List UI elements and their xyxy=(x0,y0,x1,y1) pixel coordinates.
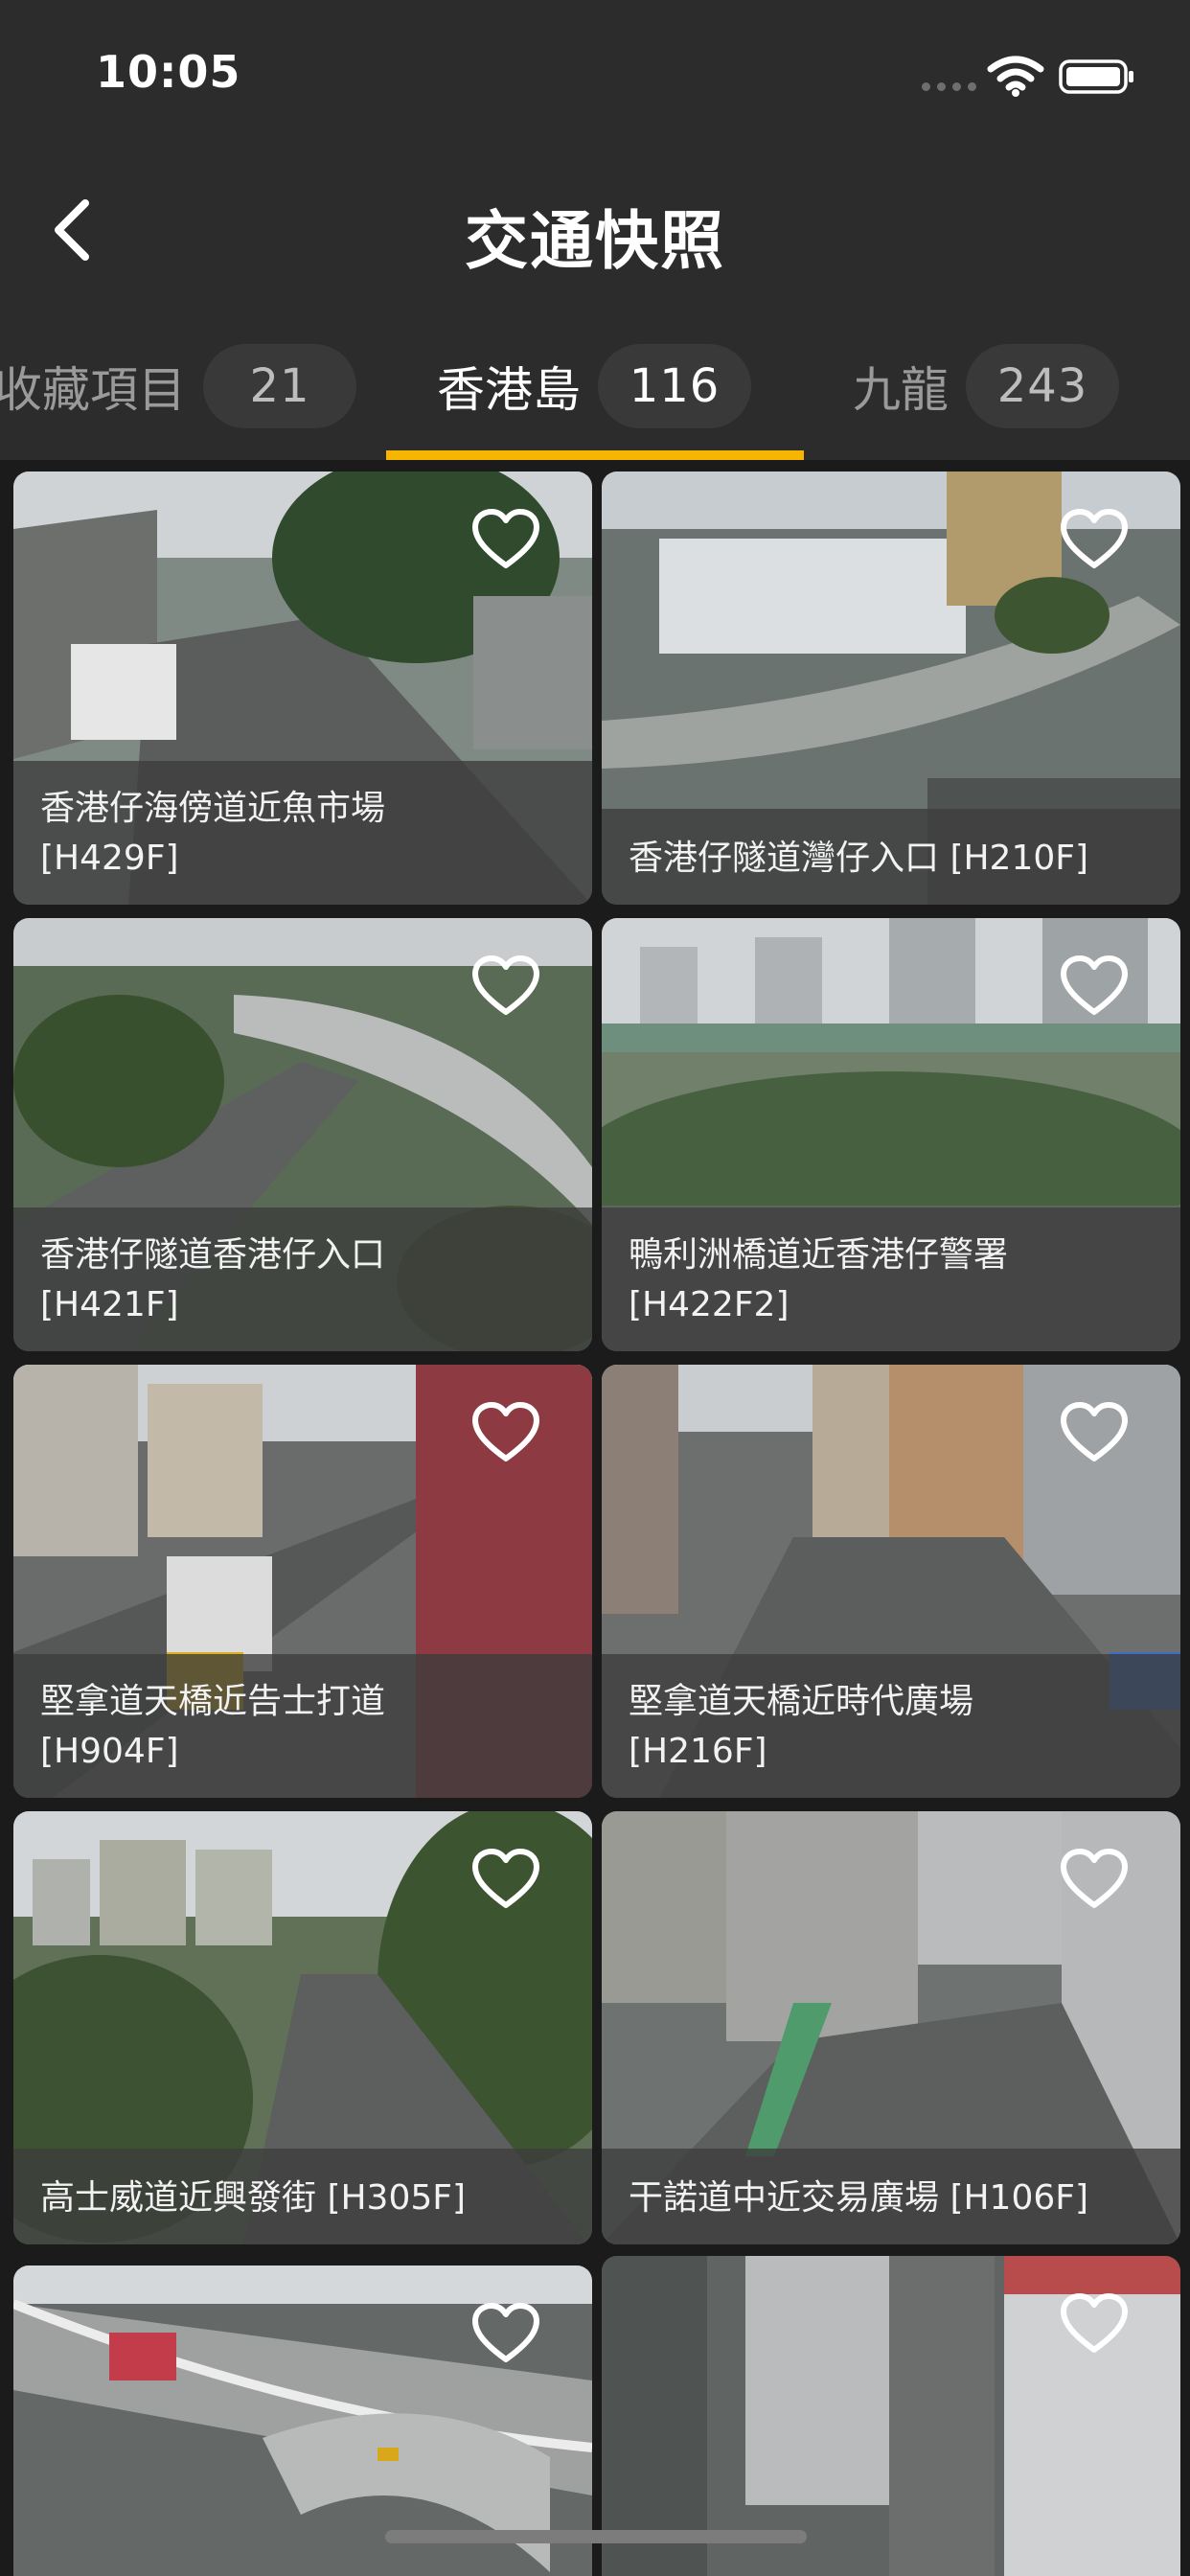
tab-count-badge: 116 xyxy=(598,344,751,428)
camera-card[interactable]: 香港仔海傍道近魚市場 [H429F] xyxy=(13,472,592,905)
camera-card[interactable] xyxy=(602,2256,1180,2576)
tab-count-badge: 21 xyxy=(203,344,356,428)
camera-card[interactable]: 香港仔隧道灣仔入口 [H210F] xyxy=(602,472,1180,905)
tab-favorites[interactable]: 收藏項目 21 xyxy=(0,343,356,429)
camera-name: 高士威道近興發街 [H305F] xyxy=(40,2178,467,2218)
battery-icon xyxy=(1059,59,1133,94)
status-time: 10:05 xyxy=(96,46,241,98)
tab-label: 香港島 xyxy=(437,362,581,418)
region-tabs: 收藏項目 21 香港島 116 九龍 243 xyxy=(0,316,1190,460)
camera-name: 香港仔海傍道近魚市場 xyxy=(40,789,386,828)
camera-card[interactable]: 堅拿道天橋近時代廣場 [H216F] xyxy=(602,1365,1180,1798)
camera-caption: 干諾道中近交易廣場 [H106F] xyxy=(602,2149,1180,2244)
tab-label: 收藏項目 xyxy=(0,362,186,418)
heart-outline-icon[interactable] xyxy=(471,1848,540,1911)
camera-name: 香港仔隧道香港仔入口 xyxy=(40,1235,386,1275)
camera-caption: 高士威道近興發街 [H305F] xyxy=(13,2149,592,2244)
camera-code: [H422F2] xyxy=(629,1285,790,1324)
camera-caption: 香港仔隧道香港仔入口 [H421F] xyxy=(13,1208,592,1351)
heart-outline-icon[interactable] xyxy=(471,954,540,1018)
heart-outline-icon[interactable] xyxy=(471,1401,540,1464)
camera-card[interactable]: 干諾道中近交易廣場 [H106F] xyxy=(602,1811,1180,2244)
heart-outline-icon[interactable] xyxy=(1060,1401,1129,1464)
camera-caption: 鴨利洲橋道近香港仔警署 [H422F2] xyxy=(602,1208,1180,1351)
camera-name: 香港仔隧道灣仔入口 [H210F] xyxy=(629,839,1089,878)
signal-dots-icon xyxy=(922,82,976,91)
wifi-icon xyxy=(987,56,1044,97)
home-indicator[interactable] xyxy=(385,2530,807,2543)
camera-code: [H216F] xyxy=(629,1732,767,1771)
camera-caption: 香港仔隧道灣仔入口 [H210F] xyxy=(602,809,1180,905)
camera-code: [H429F] xyxy=(40,839,179,878)
active-tab-indicator xyxy=(386,450,804,460)
camera-caption: 堅拿道天橋近時代廣場 [H216F] xyxy=(602,1654,1180,1798)
heart-outline-icon[interactable] xyxy=(1060,954,1129,1018)
tab-kowloon[interactable]: 九龍 243 xyxy=(853,343,1119,429)
tab-count-badge: 243 xyxy=(966,344,1119,428)
camera-code: [H904F] xyxy=(40,1732,179,1771)
camera-caption: 香港仔海傍道近魚市場 [H429F] xyxy=(13,761,592,905)
camera-grid: 香港仔海傍道近魚市場 [H429F] 香港仔隧道灣仔入口 [H210F] 香港仔… xyxy=(0,460,1190,2576)
heart-outline-icon[interactable] xyxy=(471,2302,540,2365)
tab-hong-kong-island[interactable]: 香港島 116 xyxy=(437,343,751,429)
camera-name: 堅拿道天橋近時代廣場 xyxy=(629,1682,974,1721)
camera-name: 干諾道中近交易廣場 [H106F] xyxy=(629,2178,1089,2218)
camera-card[interactable]: 堅拿道天橋近告士打道 [H904F] xyxy=(13,1365,592,1798)
camera-card[interactable]: 鴨利洲橋道近香港仔警署 [H422F2] xyxy=(602,918,1180,1351)
heart-outline-icon[interactable] xyxy=(471,508,540,571)
camera-caption: 堅拿道天橋近告士打道 [H904F] xyxy=(13,1654,592,1798)
page-title: 交通快照 xyxy=(465,204,725,278)
camera-card[interactable]: 高士威道近興發街 [H305F] xyxy=(13,1811,592,2244)
navigation-bar: 交通快照 xyxy=(0,144,1190,316)
heart-outline-icon[interactable] xyxy=(1060,508,1129,571)
camera-card[interactable]: 香港仔隧道香港仔入口 [H421F] xyxy=(13,918,592,1351)
camera-name: 鴨利洲橋道近香港仔警署 xyxy=(629,1235,1009,1275)
status-bar: 10:05 xyxy=(0,0,1190,144)
camera-code: [H421F] xyxy=(40,1285,179,1324)
camera-name: 堅拿道天橋近告士打道 xyxy=(40,1682,386,1721)
heart-outline-icon[interactable] xyxy=(1060,1848,1129,1911)
tab-label: 九龍 xyxy=(853,362,949,418)
heart-outline-icon[interactable] xyxy=(1060,2292,1129,2356)
